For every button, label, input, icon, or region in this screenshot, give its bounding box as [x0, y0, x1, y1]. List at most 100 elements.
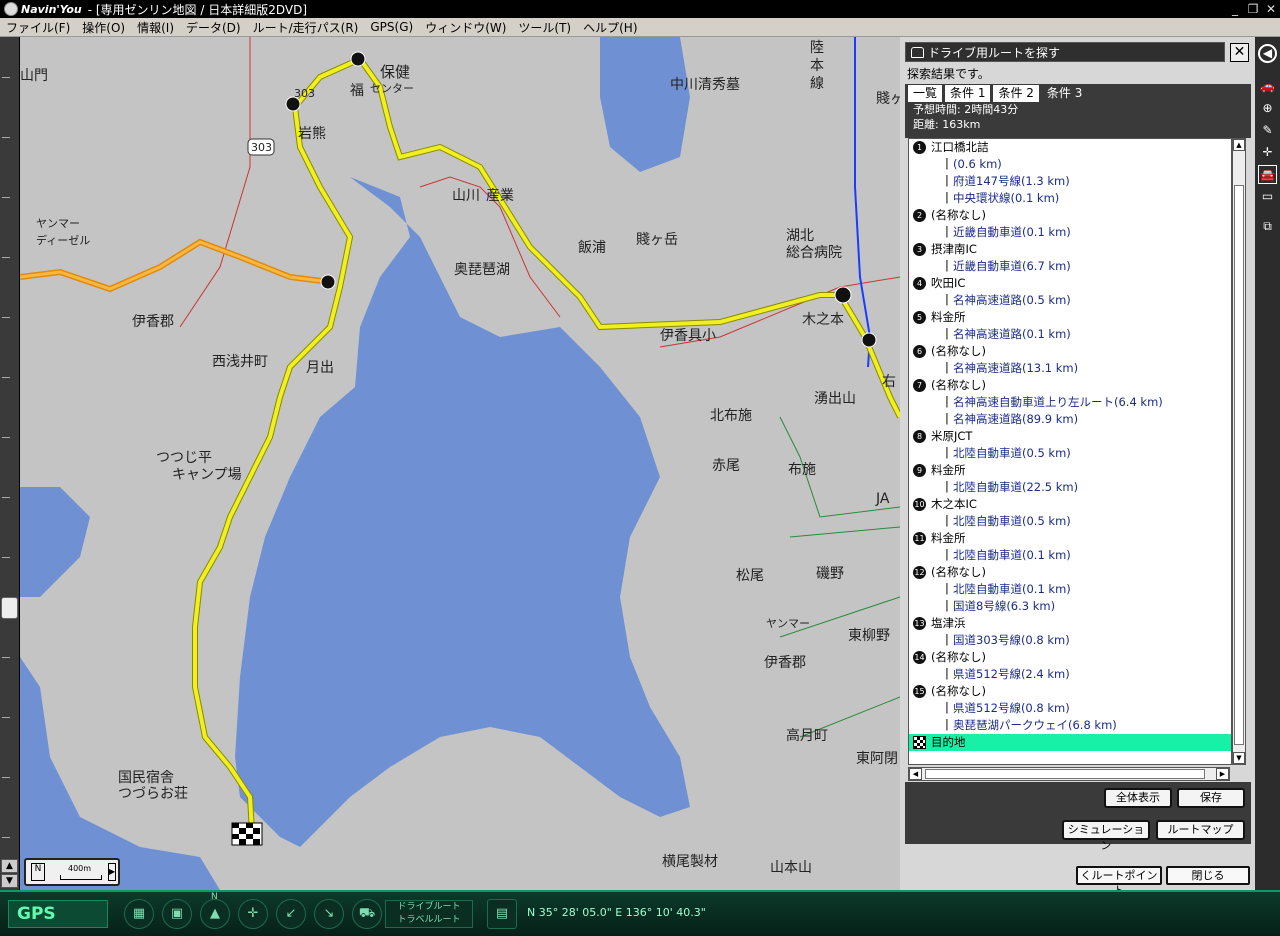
north-up-icon[interactable]: ▲ — [200, 899, 230, 929]
route-segment-row[interactable]: 国道8号線(6.3 km) — [909, 597, 1231, 615]
route-point-row[interactable]: 7 (名称なし) — [909, 377, 1231, 394]
route-point-row[interactable]: 15 (名称なし) — [909, 683, 1231, 700]
route-segment-row[interactable]: 北陸自動車道(0.1 km) — [909, 546, 1231, 564]
route-segment-row[interactable]: 名神高速道路(0.5 km) — [909, 291, 1231, 309]
app-icon[interactable] — [4, 2, 18, 16]
save-button[interactable]: 保存 — [1177, 788, 1245, 808]
scroll-left-icon[interactable]: ◀ — [909, 768, 922, 780]
tab-list[interactable]: 一覧 — [908, 85, 943, 102]
route-segment-row[interactable]: 近畿自動車道(6.7 km) — [909, 257, 1231, 275]
zoom-tick — [2, 197, 10, 198]
route-point-row[interactable]: 10 木之本IC — [909, 496, 1231, 513]
route-segment-row[interactable]: 県道512号線(0.8 km) — [909, 699, 1231, 717]
route-segment-row[interactable]: 北陸自動車道(22.5 km) — [909, 478, 1231, 496]
route-point-row[interactable]: 6 (名称なし) — [909, 343, 1231, 360]
menu-file[interactable]: ファイル(F) — [0, 19, 76, 36]
crosshair-icon[interactable]: ✛ — [1258, 143, 1277, 162]
menu-route[interactable]: ルート/走行パス(R) — [247, 19, 365, 36]
route-segment-row[interactable]: 名神高速道路(0.1 km) — [909, 325, 1231, 343]
route-point-row[interactable]: 8 米原JCT — [909, 428, 1231, 445]
simulation-button[interactable]: シミュレーション — [1062, 820, 1150, 852]
route-segment-row[interactable]: 近畿自動車道(0.1 km) — [909, 223, 1231, 241]
scroll-thumb[interactable] — [1234, 185, 1244, 745]
scroll-right-icon[interactable]: ▶ — [1216, 768, 1229, 780]
route-point-label: (名称なし) — [931, 565, 986, 579]
route-segment-row[interactable]: 名神高速自動車道上り左ルート(6.4 km) — [909, 393, 1231, 411]
drive-route-icon[interactable]: 🚘 — [1258, 165, 1277, 184]
pen-icon[interactable]: ✎ — [1258, 121, 1277, 140]
route-segment-row[interactable]: 国道303号線(0.8 km) — [909, 631, 1231, 649]
map-view[interactable]: 山門 保健 福 センター 中川清秀墓 陸 本 線 賤ヶ 岩熊 303 303 山… — [20, 37, 900, 890]
route-segment-row[interactable]: 北陸自動車道(0.5 km) — [909, 444, 1231, 462]
gps-button[interactable]: GPS — [8, 900, 108, 928]
route-point-row[interactable]: 14 (名称なし) — [909, 649, 1231, 666]
destination-row[interactable]: 目的地 — [909, 734, 1231, 751]
crosshair-icon[interactable]: ✛ — [238, 899, 268, 929]
route-segment-row[interactable]: 名神高速道路(13.1 km) — [909, 359, 1231, 377]
routemap-button[interactable]: ルートマップ — [1156, 820, 1245, 840]
route-point-row[interactable]: 11 料金所 — [909, 530, 1231, 547]
route-segment-row[interactable]: 名神高速道路(89.9 km) — [909, 410, 1231, 428]
zoom-out-button[interactable]: ▼ — [1, 874, 18, 888]
menu-help[interactable]: ヘルプ(H) — [577, 19, 643, 36]
minimize-button[interactable]: _ — [1226, 1, 1244, 17]
target-icon[interactable]: ⊕ — [1258, 99, 1277, 118]
menu-operation[interactable]: 操作(O) — [76, 19, 131, 36]
route-point-button[interactable]: くルートポイント — [1076, 866, 1162, 897]
tab-condition-2[interactable]: 条件 2 — [993, 85, 1039, 102]
panel-close-button[interactable]: ✕ — [1230, 43, 1249, 62]
panel-header: ドライブ用ルートを探す — [905, 42, 1225, 62]
tab-condition-3[interactable]: 条件 3 — [1042, 85, 1087, 102]
menu-gps[interactable]: GPS(G) — [364, 20, 419, 34]
close-button[interactable]: 閉じる — [1166, 866, 1250, 885]
collapse-icon[interactable]: ◀ — [1258, 44, 1277, 63]
layout-icon[interactable]: ▣ — [162, 899, 192, 929]
route-search-panel: ドライブ用ルートを探す ✕ 探索結果です。 一覧 条件 1 条件 2 条件 3 … — [905, 42, 1251, 897]
layers-icon[interactable]: ⧉ — [1258, 217, 1277, 236]
scroll-thumb[interactable] — [925, 769, 1205, 779]
zoom-in-button[interactable]: ▲ — [1, 859, 18, 873]
zoom-out-arrow-icon[interactable]: ↘ — [314, 899, 344, 929]
route-segment-row[interactable]: 奥琵琶湖パークウェイ(6.8 km) — [909, 716, 1231, 734]
close-window-button[interactable]: ✕ — [1262, 1, 1280, 17]
route-segment-row[interactable]: (0.6 km) — [909, 155, 1231, 173]
overview-button[interactable]: 全体表示 — [1104, 788, 1172, 808]
route-segment-row[interactable]: 中央環状線(0.1 km) — [909, 189, 1231, 207]
panel-icon[interactable]: ▭ — [1258, 187, 1277, 206]
zoom-slider-handle[interactable] — [1, 597, 18, 619]
route-list[interactable]: 1 江口橋北詰 (0.6 km) 府道147号線(1.3 km) 中央環状線(0.1 k… — [908, 138, 1232, 765]
scroll-up-icon[interactable]: ▲ — [1233, 139, 1245, 151]
map-label: センター — [370, 82, 414, 95]
car-icon[interactable]: 🚗 — [1258, 77, 1277, 96]
zoom-strip[interactable]: ▲ ▼ — [0, 37, 20, 890]
grid-icon[interactable]: ▦ — [124, 899, 154, 929]
route-segment-row[interactable]: 北陸自動車道(0.5 km) — [909, 512, 1231, 530]
route-point-row[interactable]: 1 江口橋北詰 — [909, 139, 1231, 156]
scroll-down-icon[interactable]: ▼ — [1233, 752, 1245, 764]
menu-window[interactable]: ウィンドウ(W) — [419, 19, 512, 36]
route-segment-row[interactable]: 県道512号線(2.4 km) — [909, 665, 1231, 683]
car-icon[interactable]: ⛟ — [352, 899, 382, 929]
scale-arrow-icon[interactable]: ▶ — [108, 863, 116, 881]
route-point-row[interactable]: 13 塩津浜 — [909, 615, 1231, 632]
route-point-row[interactable]: 3 摂津南IC — [909, 241, 1231, 258]
menu-data[interactable]: データ(D) — [180, 19, 247, 36]
route-list-vscroll[interactable]: ▲ ▼ — [1232, 138, 1246, 765]
tab-condition-1[interactable]: 条件 1 — [945, 85, 991, 102]
menu-tools[interactable]: ツール(T) — [512, 19, 577, 36]
scale-box[interactable]: N 400m ▶ — [24, 858, 120, 886]
route-point-row[interactable]: 12 (名称なし) — [909, 564, 1231, 581]
route-point-row[interactable]: 4 吹田IC — [909, 275, 1231, 292]
route-point-row[interactable]: 9 料金所 — [909, 462, 1231, 479]
drive-travel-route-button[interactable]: ドライブルート トラベルルート — [385, 900, 473, 928]
route-point-row[interactable]: 2 (名称なし) — [909, 207, 1231, 224]
menu-info[interactable]: 情報(I) — [131, 19, 180, 36]
zoom-tick — [2, 377, 10, 378]
route-segment-row[interactable]: 府道147号線(1.3 km) — [909, 172, 1231, 190]
route-list-hscroll[interactable]: ◀ ▶ — [908, 767, 1230, 781]
maximize-button[interactable]: ❐ — [1244, 1, 1262, 17]
monitor-icon[interactable]: ▤ — [487, 899, 517, 929]
zoom-in-arrow-icon[interactable]: ↙ — [276, 899, 306, 929]
route-point-row[interactable]: 5 料金所 — [909, 309, 1231, 326]
route-segment-row[interactable]: 北陸自動車道(0.1 km) — [909, 580, 1231, 598]
